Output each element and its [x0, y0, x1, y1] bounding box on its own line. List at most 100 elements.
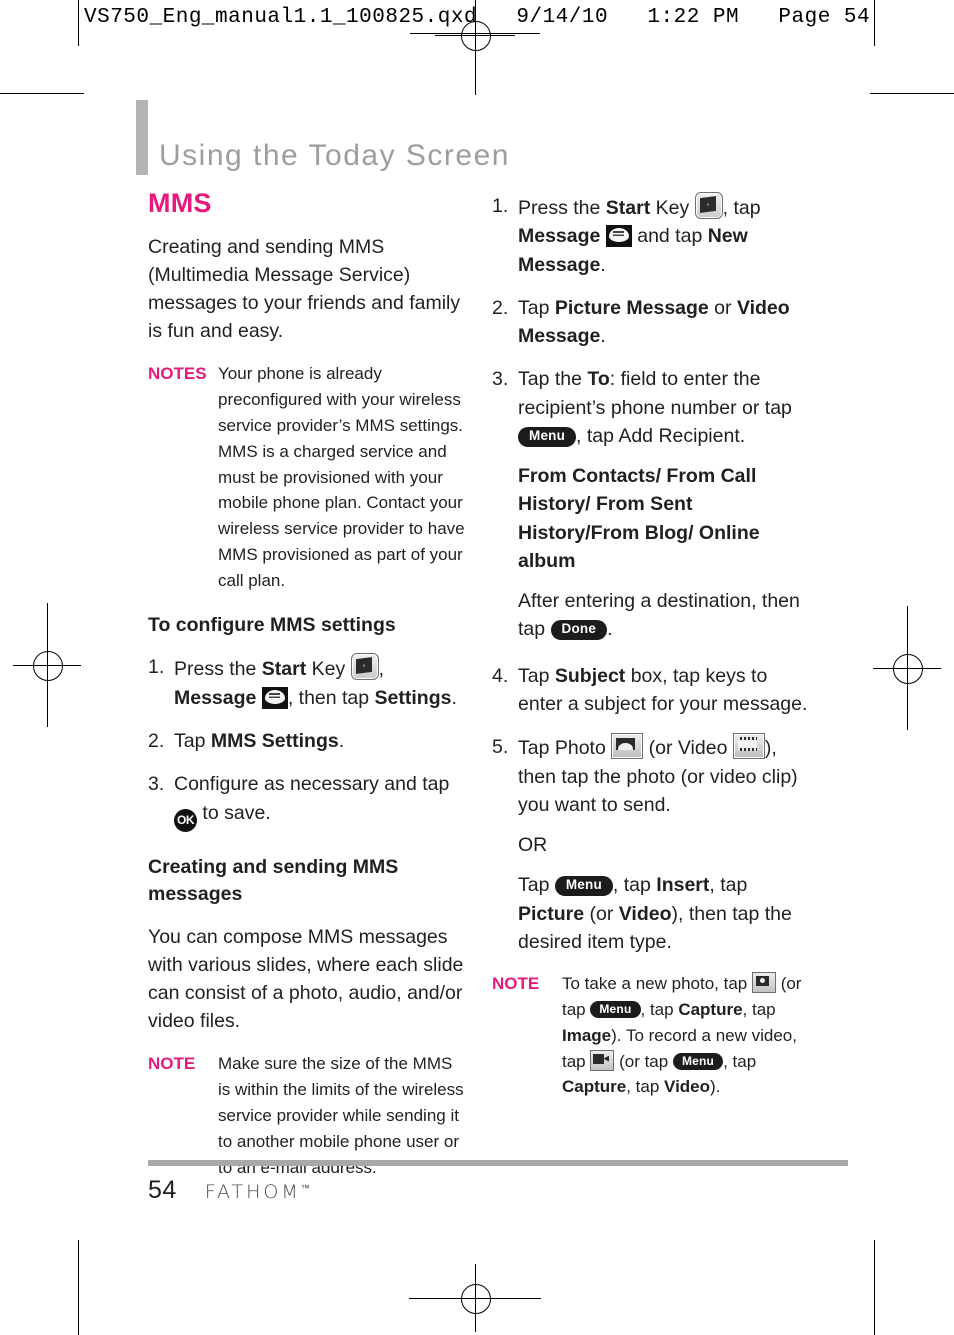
- step-text-part: Key: [306, 658, 351, 681]
- step-text-part: .: [607, 618, 613, 641]
- step-text-part: Press the: [518, 197, 606, 219]
- notes-block-preconfigured: NOTES Your phone is already preconfigure…: [148, 361, 468, 593]
- page-footer: 54 FATHOM™: [148, 1176, 310, 1205]
- menu-key-pill[interactable]: Menu: [590, 1000, 641, 1019]
- start-key-icon[interactable]: [350, 653, 379, 681]
- step-bold-insert: Insert: [656, 874, 710, 897]
- note-block-capture: NOTE To take a new photo, tap (or tap Me…: [492, 971, 812, 1100]
- step-text-part: (or Video: [643, 737, 733, 760]
- note-text-part: (or tap: [614, 1051, 673, 1071]
- note-bold-capture: Capture: [562, 1077, 627, 1097]
- left-column: MMS Creating and sending MMS (Multimedia…: [148, 188, 468, 1198]
- done-key-pill[interactable]: Done: [550, 620, 608, 641]
- insert-alternative-text: Tap Menu, tap Insert, tap Picture (or Vi…: [518, 871, 812, 956]
- step-text-part: , tap: [709, 874, 748, 897]
- step-text-part: Key: [650, 197, 695, 219]
- step-number: 2.: [492, 296, 509, 319]
- step-number: 3.: [492, 368, 509, 391]
- note-label: NOTE: [492, 974, 540, 994]
- step-text-part: Tap: [518, 874, 555, 897]
- step-bold-to-field: To: [587, 368, 610, 391]
- step-text-part: , tap: [612, 874, 657, 897]
- or-separator: OR: [518, 834, 548, 857]
- menu-key-pill[interactable]: Menu: [672, 1052, 724, 1070]
- video-icon[interactable]: [732, 733, 765, 760]
- note-bold-image: Image: [562, 1025, 612, 1045]
- step-bold-subject: Subject: [554, 664, 626, 687]
- trademark-symbol: ™: [300, 1184, 310, 1194]
- note-text-part: To take a new photo, tap: [562, 974, 752, 994]
- camera-icon[interactable]: [751, 972, 776, 994]
- recipient-source-options-text: From Contacts/ From Call History/ From S…: [518, 465, 760, 572]
- compose-paragraph: You can compose MMS messages with variou…: [148, 925, 464, 1033]
- note-text-part: , tap: [723, 1051, 757, 1071]
- manual-page: Using the Today Screen MMS Creating and …: [0, 0, 954, 1335]
- menu-key-pill[interactable]: Menu: [518, 426, 577, 447]
- configure-steps-list: 1. Press the Start Key , Message , then …: [148, 653, 468, 832]
- chapter-accent-bar: [136, 100, 148, 175]
- camcorder-icon[interactable]: [590, 1049, 615, 1071]
- after-destination-text: After entering a destination, then tap D…: [518, 587, 812, 644]
- step-text-part: .: [600, 325, 606, 348]
- start-key-icon[interactable]: [694, 192, 723, 219]
- list-item: 2. Tap MMS Settings.: [148, 727, 468, 755]
- list-item: 3. Configure as necessary and tap OK to …: [148, 770, 468, 832]
- step-text-part: (or: [584, 902, 619, 925]
- step-bold-mms-settings: MMS Settings: [210, 729, 339, 752]
- message-icon[interactable]: [261, 686, 288, 709]
- note-text-part: ).: [710, 1077, 721, 1097]
- chapter-title: Using the Today Screen: [159, 139, 510, 173]
- step-text-part: Configure as necessary and tap: [174, 773, 450, 796]
- note-bold-capture: Capture: [678, 999, 743, 1019]
- step-text-part: , then tap: [287, 686, 375, 709]
- note-bold-video: Video: [664, 1077, 711, 1097]
- menu-key-pill[interactable]: Menu: [554, 876, 613, 897]
- page-number: 54: [148, 1176, 177, 1204]
- list-item: 2. Tap Picture Message or Video Message.: [492, 294, 812, 351]
- step-text-part: .: [338, 729, 345, 752]
- notes-label: NOTES: [148, 364, 207, 384]
- step-text-part: Tap: [174, 729, 211, 752]
- step-text-part: or: [708, 296, 737, 319]
- step-bold-message: Message: [518, 225, 601, 248]
- step-bold-picture-message: Picture Message: [554, 296, 709, 319]
- step-number: 5.: [492, 736, 509, 759]
- step-number: 3.: [148, 773, 165, 796]
- step-number: 4.: [492, 664, 509, 687]
- ok-icon[interactable]: OK: [174, 808, 197, 832]
- message-icon[interactable]: [605, 225, 632, 248]
- subhead-creating-mms: Creating and sending MMS messages: [148, 855, 399, 906]
- step-text-part: Tap Photo: [518, 737, 612, 760]
- step-text-part: and tap: [631, 225, 708, 248]
- brand-logo: FATHOM™: [205, 1181, 310, 1203]
- step-text-part: Tap: [518, 664, 555, 687]
- step-text-part: Tap: [518, 296, 555, 319]
- step-text-part: to save.: [197, 801, 271, 824]
- step-bold-settings: Settings: [374, 686, 452, 709]
- step-number: 1.: [148, 656, 165, 679]
- brand-name: FATHOM: [204, 1181, 301, 1203]
- step-text-part: ,: [378, 658, 385, 681]
- step-text-part: Tap the: [518, 368, 588, 391]
- step-text-part: Press the: [174, 658, 262, 681]
- list-item: 1. Press the Start Key , tap Message and…: [492, 192, 812, 279]
- step-text-part: , tap Add Recipient.: [576, 424, 746, 447]
- mms-intro-paragraph: Creating and sending MMS (Multimedia Mes…: [148, 236, 461, 343]
- right-column: 1. Press the Start Key , tap Message and…: [492, 188, 812, 1118]
- note-text-part: , tap: [626, 1077, 665, 1097]
- send-mms-steps-list: 1. Press the Start Key , tap Message and…: [492, 192, 812, 956]
- note-text: To take a new photo, tap (or tap Menu, t…: [562, 971, 812, 1100]
- list-item: 5. Tap Photo (or Video ), then tap the p…: [492, 733, 812, 956]
- subhead-configure-mms: To configure MMS settings: [148, 613, 396, 636]
- list-item: 3. Tap the To: field to enter the recipi…: [492, 365, 812, 643]
- step-number: 1.: [492, 195, 509, 217]
- notes-text: Your phone is already preconfigured with…: [218, 364, 465, 590]
- section-title-mms: MMS: [148, 188, 212, 218]
- step-text-part: , tap: [722, 197, 761, 219]
- step-bold-start: Start: [605, 197, 651, 219]
- list-item: 1. Press the Start Key , Message , then …: [148, 653, 468, 712]
- photo-icon[interactable]: [611, 733, 644, 760]
- step-number: 2.: [148, 729, 165, 752]
- recipient-source-options: From Contacts/ From Call History/ From S…: [518, 462, 812, 575]
- note-text-part: , tap: [640, 999, 679, 1019]
